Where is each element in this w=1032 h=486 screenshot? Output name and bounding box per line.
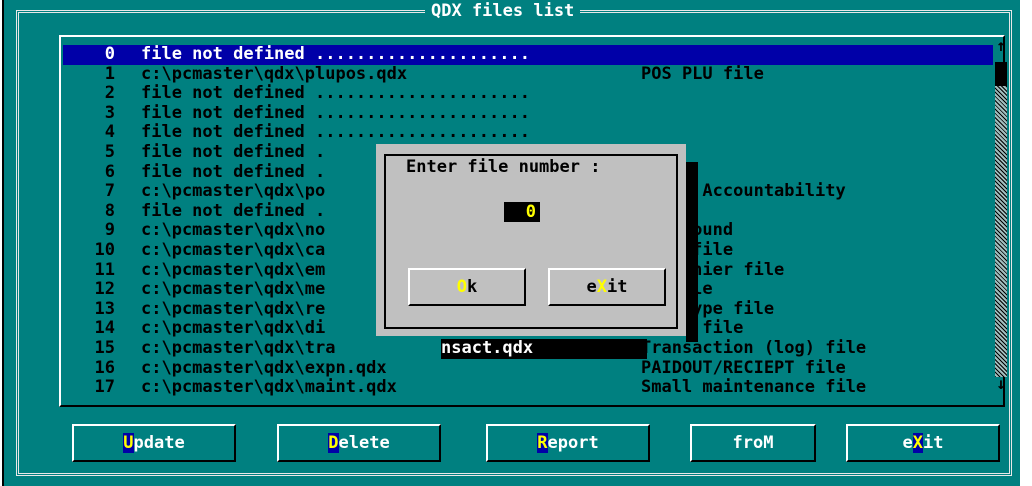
row-path: c:\pcmaster\qdx\re [141, 298, 326, 319]
exit-button[interactable]: eXit [846, 424, 1000, 462]
report-button[interactable]: Report [486, 424, 650, 462]
row-number: 16 [94, 357, 115, 378]
exit-label-pre: e [586, 277, 597, 297]
row-path: c:\pcmaster\qdx\me [141, 279, 326, 300]
delete-hotkey: D [328, 433, 339, 453]
row-number: 10 [94, 239, 115, 260]
dos-screen: QDX files list 0 file not defined .......… [2, 0, 1020, 486]
exit-btn-pre: e [902, 433, 913, 453]
table-row[interactable]: 2 file not defined ..................... [63, 84, 993, 104]
row-path: c:\pcmaster\qdx\di [141, 318, 326, 339]
table-row[interactable]: 1 c:\pcmaster\qdx\plupos.qdx POS PLU file [63, 63, 993, 85]
row-number: 11 [94, 259, 115, 280]
row-path: c:\pcmaster\qdx\expn.qdx [141, 357, 387, 378]
row-description: Small maintenance file [641, 377, 867, 398]
exit-btn-rest: it [923, 433, 944, 453]
table-row[interactable]: 15 c:\pcmaster\qdx\tra nsact.qdx Transactio… [63, 337, 993, 359]
row-number: 1 [104, 63, 115, 84]
dialog-exit-button[interactable]: eXit [548, 268, 666, 306]
row-path: file not defined ..................... [141, 122, 530, 143]
row-number: 2 [104, 83, 115, 104]
table-row[interactable]: 17 c:\pcmaster\qdx\maint.qdx Small mainten… [63, 377, 993, 398]
dialog-title: Enter file number : [404, 156, 603, 178]
exit-hotkey: X [596, 277, 607, 297]
exit-label-rest: it [607, 277, 628, 297]
row-number: 4 [104, 122, 115, 143]
dialog-shadow [686, 162, 698, 342]
update-label-rest: pdate [133, 433, 185, 453]
scrollbar-thumb[interactable] [995, 62, 1007, 86]
row-number: 15 [94, 337, 115, 358]
row-path: c:\pcmaster\qdx\ca [141, 239, 326, 260]
row-number: 7 [104, 181, 115, 202]
row-path: c:\pcmaster\qdx\no [141, 220, 326, 241]
row-path: file not defined ..................... [141, 44, 530, 64]
report-hotkey: R [537, 433, 548, 453]
row-path: c:\pcmaster\qdx\po [141, 181, 326, 202]
ok-button[interactable]: Ok [408, 268, 526, 306]
row-path: file not defined . [141, 161, 326, 182]
table-row[interactable]: 16 c:\pcmaster\qdx\expn.qdx PAIDOUT/RECIEP… [63, 357, 993, 379]
row-number: 13 [94, 298, 115, 319]
row-description: POS PLU file [641, 63, 764, 84]
delete-button[interactable]: Delete [277, 424, 441, 462]
update-button[interactable]: Update [72, 424, 236, 462]
scroll-down-arrow-icon[interactable]: ↓ [993, 376, 1009, 392]
exit-btn-hotkey: X [912, 433, 923, 453]
update-hotkey: U [123, 433, 134, 453]
table-row[interactable]: 4 file not defined ..................... [63, 123, 993, 143]
row-number: 14 [94, 318, 115, 339]
table-row[interactable]: 0 file not defined ..................... [63, 44, 993, 65]
report-label-rest: eport [547, 433, 599, 453]
row-number: 12 [94, 279, 115, 300]
row-number: 9 [104, 220, 115, 241]
row-path: c:\pcmaster\qdx\maint.qdx [141, 377, 397, 398]
from-label: froM [732, 433, 774, 453]
row-path: file not defined ..................... [141, 102, 530, 123]
row-number: 5 [104, 141, 115, 162]
row-number: 3 [104, 102, 115, 123]
file-number-dialog: Enter file number : 0 Ok eXit [376, 144, 686, 336]
ok-label-rest: k [467, 277, 478, 297]
row-path: file not defined ..................... [141, 83, 530, 104]
ok-hotkey: O [456, 277, 467, 297]
table-row[interactable]: 3 file not defined ..................... [63, 102, 993, 124]
row-number: 0 [104, 44, 115, 64]
row-description: PAIDOUT/RECIEPT file [641, 357, 846, 378]
row-path-tail: nsact.qdx [441, 338, 647, 359]
file-number-value: 0 [525, 202, 536, 222]
scrollbar-track[interactable] [995, 62, 1007, 377]
file-number-input[interactable]: 0 [504, 202, 540, 222]
row-path: c:\pcmaster\qdx\plupos.qdx [141, 63, 408, 84]
row-path: c:\pcmaster\qdx\tra [141, 337, 336, 358]
row-number: 6 [104, 161, 115, 182]
row-path: c:\pcmaster\qdx\em [141, 259, 326, 280]
from-button[interactable]: froM [690, 424, 816, 462]
delete-label-rest: elete [338, 433, 390, 453]
row-description: Transaction (log) file [641, 337, 867, 358]
row-number: 8 [104, 200, 115, 221]
row-number: 17 [94, 377, 115, 398]
window-title: QDX files list [425, 1, 581, 21]
row-path: file not defined . [141, 141, 326, 162]
scroll-up-arrow-icon[interactable]: ↑ [993, 38, 1009, 54]
row-path: file not defined . [141, 200, 326, 221]
